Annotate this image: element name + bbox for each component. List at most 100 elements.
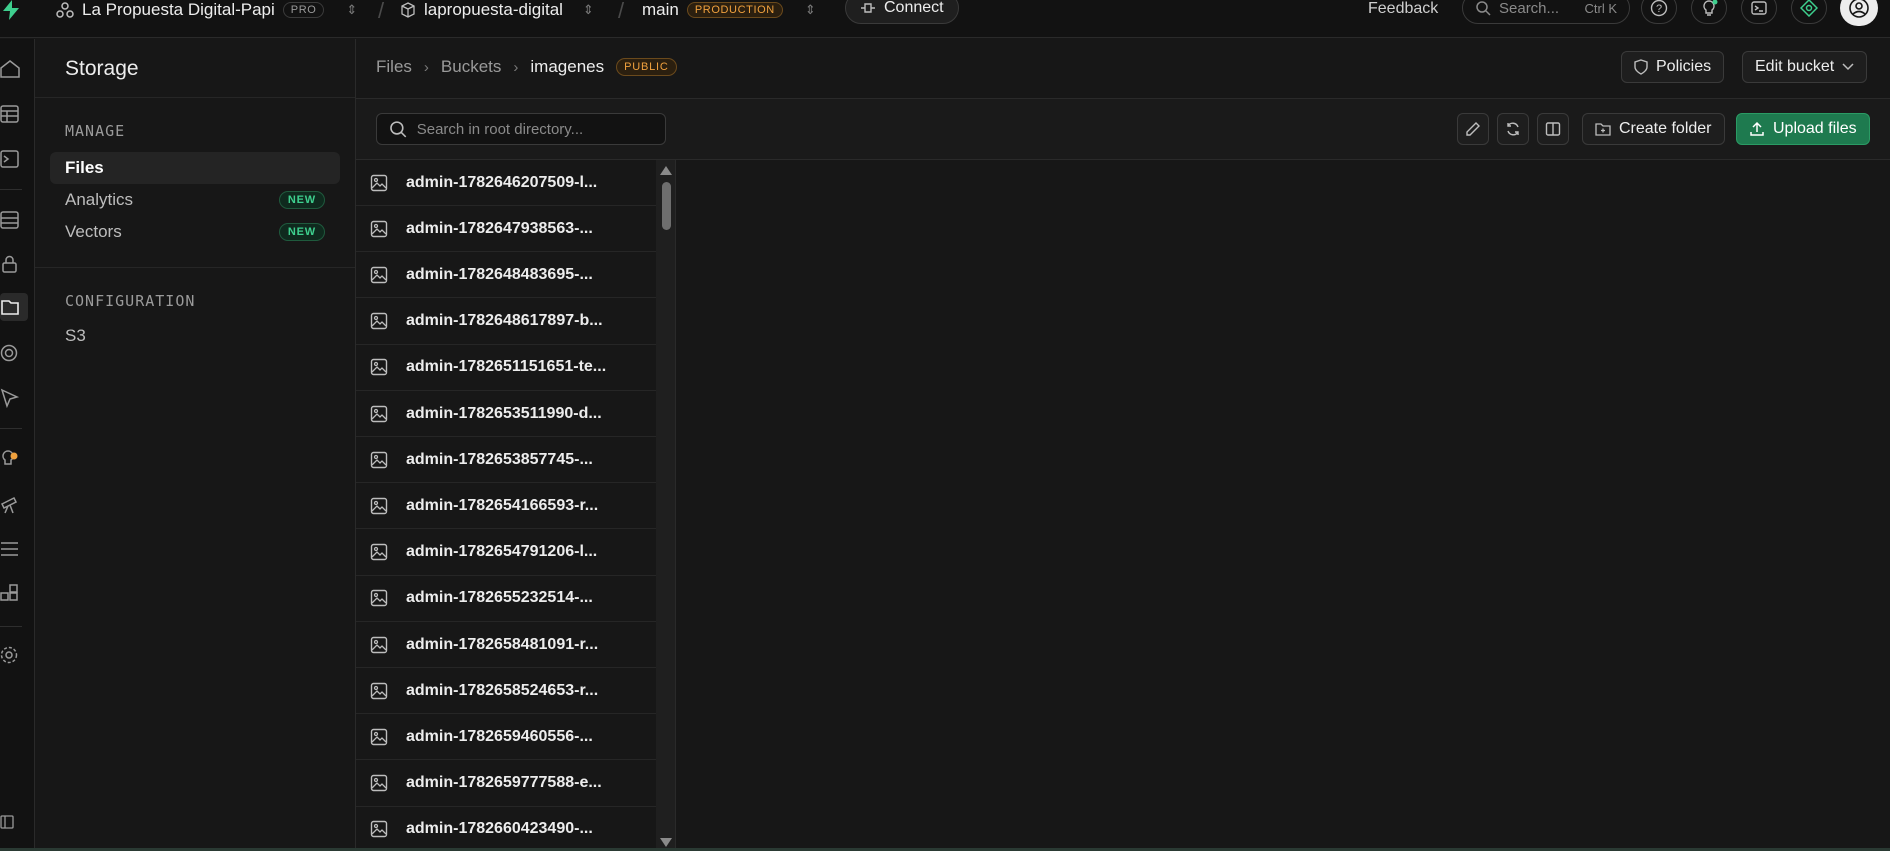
policies-button[interactable]: Policies	[1621, 51, 1725, 83]
global-search-placeholder: Search...	[1499, 0, 1560, 17]
menu-item-s3[interactable]: S3	[50, 320, 340, 352]
breadcrumb: Files › Buckets › imagenes PUBLIC	[376, 57, 677, 77]
home-icon[interactable]	[0, 59, 20, 79]
global-search[interactable]: Search... Ctrl K	[1462, 0, 1630, 24]
file-row[interactable]: admin-1782648617897-b...	[356, 299, 656, 345]
menu-item-analytics[interactable]: Analytics NEW	[50, 184, 340, 216]
realtime-cursor-icon[interactable]	[0, 388, 20, 408]
file-name: admin-1782648483695-...	[406, 265, 593, 283]
file-name: admin-1782655232514-...	[406, 589, 593, 607]
new-badge: NEW	[278, 223, 325, 241]
view-toggle-button[interactable]	[1537, 113, 1569, 145]
connect-label: Connect	[884, 0, 944, 16]
file-row[interactable]: admin-1782653857745-...	[356, 437, 656, 484]
advisors-lightbulb-icon[interactable]	[0, 449, 20, 469]
storage-icon[interactable]	[0, 297, 20, 317]
image-file-icon	[370, 497, 388, 515]
breadcrumb-bucket: imagenes	[530, 57, 605, 76]
avatar[interactable]	[1840, 0, 1878, 26]
breadcrumb-buckets[interactable]: Buckets	[441, 57, 501, 77]
file-search[interactable]	[376, 113, 666, 145]
rail-divider	[0, 428, 22, 429]
box-icon	[401, 2, 415, 18]
breadcrumb-files[interactable]: Files	[376, 57, 412, 77]
file-row[interactable]: admin-1782653511990-d...	[356, 391, 656, 437]
project-name: lapropuesta-digital	[424, 0, 563, 19]
file-name: admin-1782658524653-r...	[406, 681, 599, 699]
scroll-up-arrow-icon[interactable]	[660, 166, 672, 175]
collapse-sidebar-icon[interactable]	[0, 812, 20, 832]
menu-item-label: Analytics	[65, 190, 134, 209]
file-row[interactable]: admin-1782659777588-e...	[356, 761, 656, 807]
branch-name: main	[642, 0, 679, 19]
branch-switcher[interactable]: main PRODUCTION ⇕	[642, 0, 816, 20]
edit-bucket-button[interactable]: Edit bucket	[1742, 51, 1868, 83]
menu-item-files[interactable]: Files	[50, 152, 340, 184]
advisor-button[interactable]	[1691, 0, 1727, 24]
scroll-down-arrow-icon[interactable]	[660, 838, 672, 847]
image-file-icon	[370, 590, 388, 607]
menu-section-configuration: CONFIGURATION	[65, 292, 196, 310]
file-name: admin-1782659460556-...	[406, 727, 593, 745]
image-file-icon	[370, 174, 388, 191]
image-file-icon	[370, 266, 388, 284]
sql-terminal-button[interactable]	[1741, 0, 1777, 24]
sql-editor-icon[interactable]	[0, 149, 20, 169]
shield-icon	[1634, 59, 1648, 75]
menu-title: Storage	[65, 57, 139, 80]
scrollbar-thumb[interactable]	[662, 182, 671, 230]
user-avatar-icon	[1849, 0, 1869, 18]
project-switcher[interactable]: lapropuesta-digital ⇕	[400, 0, 594, 20]
file-row[interactable]: admin-1782658481091-r...	[356, 622, 656, 668]
logs-list-icon[interactable]	[0, 539, 20, 559]
rename-button[interactable]	[1457, 113, 1489, 145]
image-file-icon	[370, 312, 388, 330]
integrations-icon[interactable]	[0, 584, 20, 604]
file-row[interactable]: admin-1782648483695-...	[356, 252, 656, 299]
edge-functions-icon[interactable]	[0, 343, 20, 363]
menu-item-label: S3	[65, 326, 86, 345]
policies-label: Policies	[1656, 58, 1712, 75]
observability-telescope-icon[interactable]	[0, 494, 20, 514]
auth-lock-icon[interactable]	[0, 254, 20, 274]
image-file-icon	[370, 636, 388, 653]
file-name: admin-1782654166593-r...	[406, 496, 599, 514]
separator-slash: /	[618, 0, 625, 23]
file-row[interactable]: admin-1782659460556-...	[356, 714, 656, 761]
create-folder-button[interactable]: Create folder	[1582, 113, 1725, 145]
file-row[interactable]: admin-1782651151651-te...	[356, 345, 656, 391]
refresh-button[interactable]	[1497, 113, 1529, 145]
org-switcher[interactable]: La Propuesta Digital-Papi PRO ⇕	[56, 0, 357, 20]
database-icon[interactable]	[0, 210, 20, 230]
file-search-input[interactable]	[416, 120, 653, 138]
terminal-icon	[1751, 1, 1767, 15]
settings-gear-icon[interactable]	[0, 645, 20, 665]
org-icon	[56, 2, 74, 18]
chevrons-updown-icon: ⇕	[582, 2, 594, 17]
file-name: admin-1782660423490-...	[406, 820, 593, 838]
file-row[interactable]: admin-1782654791206-l...	[356, 530, 656, 576]
file-row[interactable]: admin-1782660423490-...	[356, 807, 656, 851]
pencil-icon	[1466, 122, 1480, 136]
columns-view-icon	[1545, 122, 1561, 136]
upload-files-button[interactable]: Upload files	[1736, 113, 1870, 145]
image-file-icon	[370, 405, 388, 422]
menu-item-vectors[interactable]: Vectors NEW	[50, 216, 340, 248]
chevrons-updown-icon: ⇕	[346, 2, 358, 17]
file-row[interactable]: admin-1782647938563-...	[356, 206, 656, 253]
help-button[interactable]: ?	[1641, 0, 1677, 24]
file-row[interactable]: admin-1782654166593-r...	[356, 483, 656, 530]
file-row[interactable]: admin-1782646207509-l...	[356, 160, 656, 206]
feedback-button[interactable]: Feedback	[1368, 0, 1438, 18]
assistant-button[interactable]	[1791, 0, 1827, 24]
supabase-logo-icon[interactable]	[0, 0, 22, 20]
image-file-icon	[370, 728, 388, 746]
lightbulb-icon	[1703, 0, 1718, 16]
file-row[interactable]: admin-1782655232514-...	[356, 576, 656, 622]
table-editor-icon[interactable]	[0, 104, 20, 124]
connect-button[interactable]: Connect	[845, 0, 959, 24]
file-column-scrollbar[interactable]	[656, 160, 675, 851]
org-plan-badge: PRO	[282, 2, 325, 18]
rail-divider	[0, 626, 22, 627]
file-row[interactable]: admin-1782658524653-r...	[356, 668, 656, 715]
